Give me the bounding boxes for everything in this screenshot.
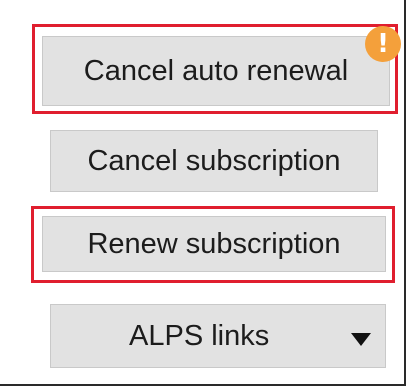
caret-down-icon xyxy=(351,333,371,346)
renew-subscription-button[interactable]: Renew subscription xyxy=(42,216,386,272)
cancel-auto-renewal-button[interactable]: Cancel auto renewal xyxy=(42,36,390,106)
cancel-auto-renewal-label: Cancel auto renewal xyxy=(83,54,349,87)
cancel-subscription-button[interactable]: Cancel subscription xyxy=(50,130,378,192)
warning-badge-icon: ! xyxy=(365,26,401,62)
renew-subscription-label: Renew subscription xyxy=(87,227,341,260)
alps-links-label: ALPS links xyxy=(129,319,270,352)
cancel-subscription-label: Cancel subscription xyxy=(87,144,341,177)
panel-frame: Cancel auto renewal ! Cancel subscriptio… xyxy=(0,0,406,386)
warning-badge-symbol: ! xyxy=(377,29,389,59)
alps-links-dropdown[interactable]: ALPS links xyxy=(50,304,386,368)
